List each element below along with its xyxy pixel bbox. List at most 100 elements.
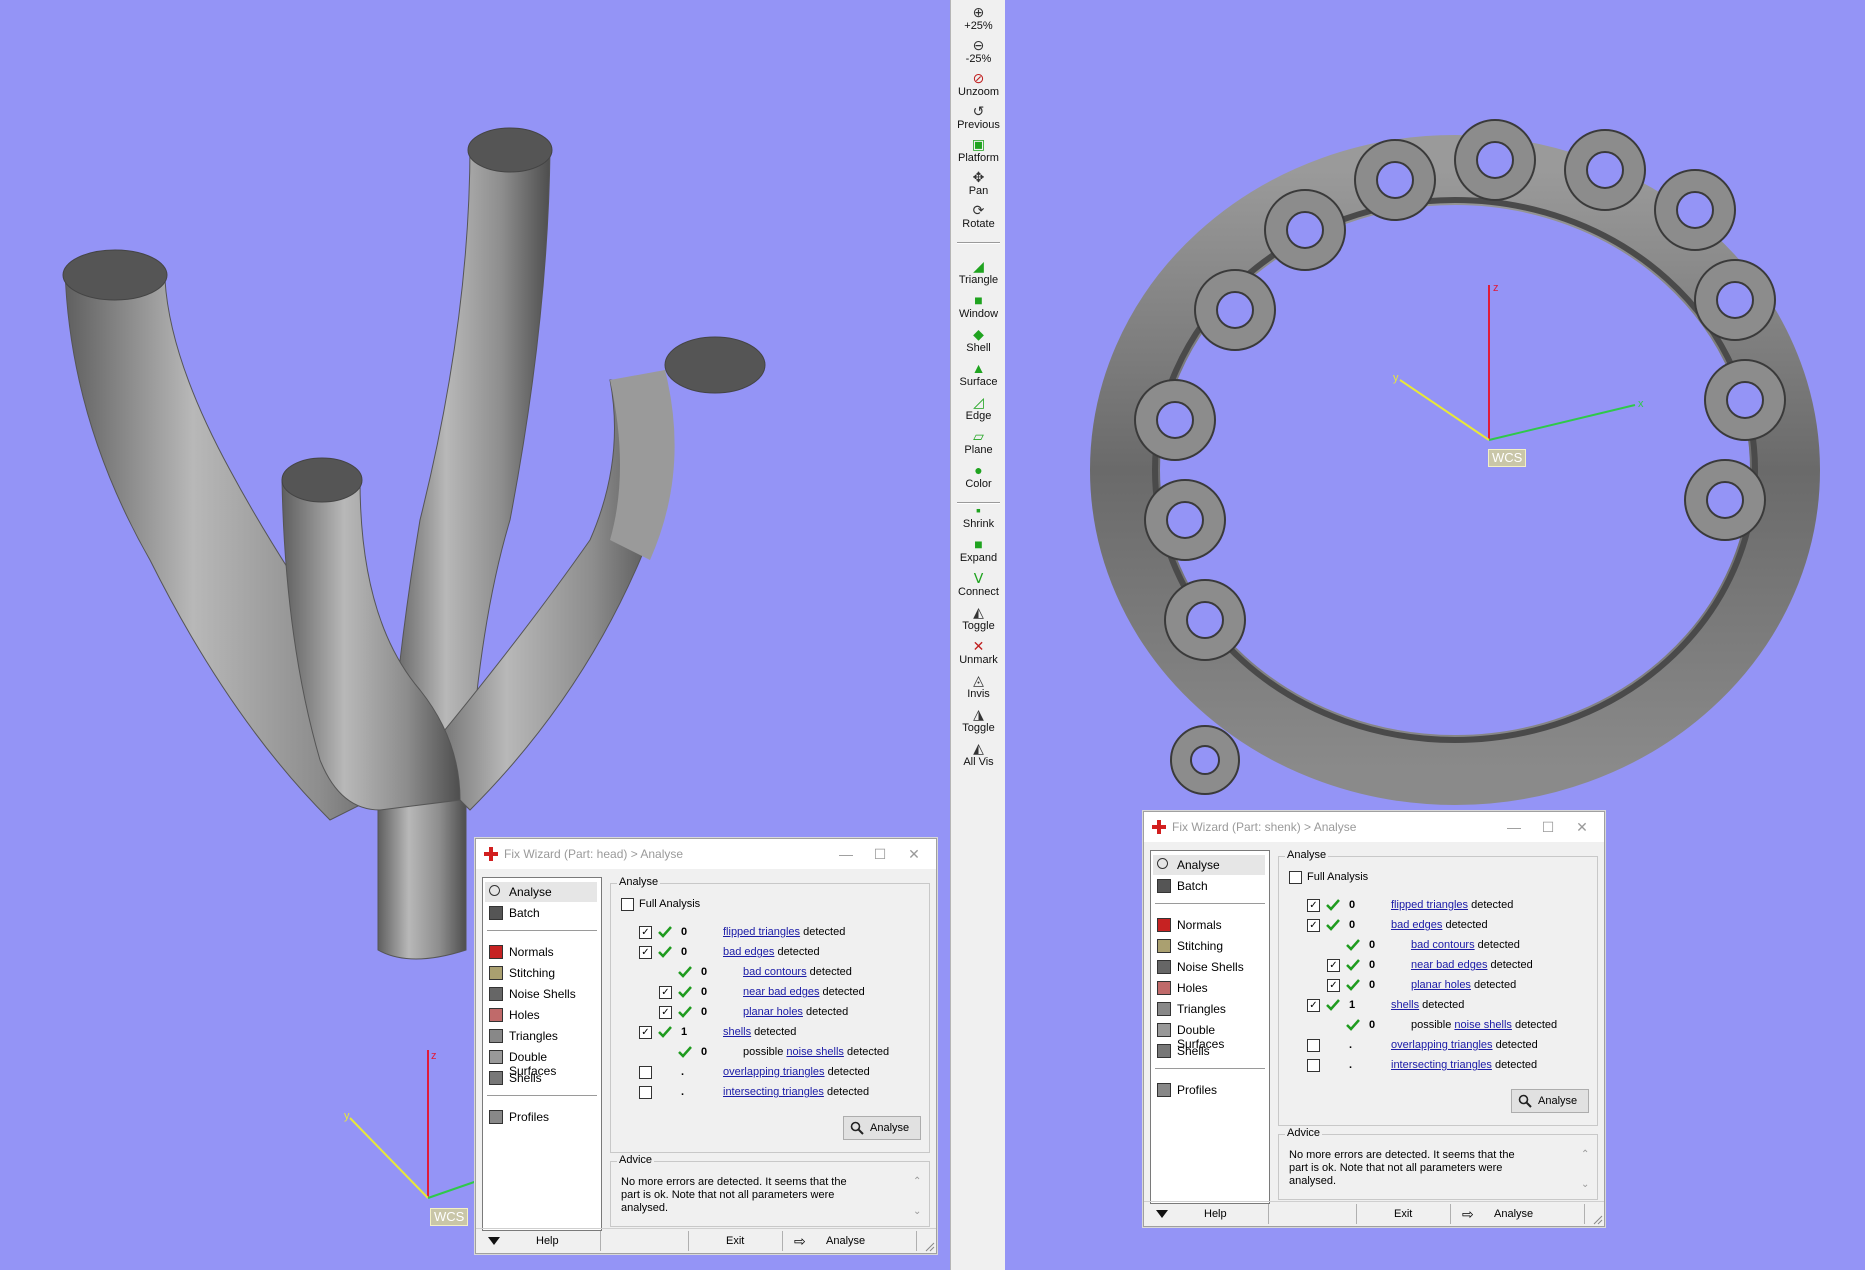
row-checkbox[interactable]: ✓	[639, 946, 652, 959]
nav-item-shells[interactable]: Shells	[485, 1068, 597, 1088]
nav-item-triangles[interactable]: Triangles	[1153, 999, 1265, 1019]
row-link[interactable]: flipped triangles	[723, 926, 800, 938]
row-checkbox[interactable]: ✓	[1307, 919, 1320, 932]
resize-grip-icon[interactable]	[1593, 1215, 1603, 1225]
row-checkbox[interactable]	[1307, 1059, 1320, 1072]
row-link[interactable]: flipped triangles	[1391, 899, 1468, 911]
row-link[interactable]: bad edges	[723, 946, 774, 958]
minimize-button[interactable]: —	[832, 843, 860, 865]
scroll-down-arrow-icon[interactable]: ⌄	[913, 1206, 923, 1217]
scroll-down-arrow-icon[interactable]: ⌄	[1581, 1179, 1591, 1190]
toolbar-button-rotate-6[interactable]: ⟳ Rotate	[951, 202, 1006, 230]
row-link[interactable]: bad contours	[743, 966, 807, 978]
row-link[interactable]: intersecting triangles	[723, 1086, 824, 1098]
toolbar-button-platform-4[interactable]: ▣ Platform	[951, 136, 1006, 164]
nav-item-triangles[interactable]: Triangles	[485, 1026, 597, 1046]
toolbar-button-toggle-17[interactable]: ◭ Toggle	[951, 604, 1006, 632]
bottom-bar-divider	[1450, 1204, 1451, 1224]
row-checkbox[interactable]	[639, 1066, 652, 1079]
toolbar-button-triangle-7[interactable]: ◢ Triangle	[951, 258, 1006, 286]
row-link[interactable]: overlapping triangles	[1391, 1039, 1493, 1051]
collapse-triangle-icon[interactable]	[1156, 1210, 1168, 1218]
nav-item-holes[interactable]: Holes	[485, 1005, 597, 1025]
row-link[interactable]: near bad edges	[1411, 959, 1487, 971]
toolbar-button-pan-5[interactable]: ✥ Pan	[951, 169, 1006, 197]
toolbar-button-25-1[interactable]: ⊖ -25%	[951, 37, 1006, 65]
toolbar-button-surface-10[interactable]: ▲ Surface	[951, 360, 1006, 388]
row-link[interactable]: planar holes	[743, 1006, 803, 1018]
toolbar-button-previous-3[interactable]: ↺ Previous	[951, 103, 1006, 131]
analyse-footer-button[interactable]: Analyse	[826, 1229, 865, 1253]
resize-grip-icon[interactable]	[925, 1242, 935, 1252]
row-checkbox[interactable]	[1307, 1039, 1320, 1052]
row-checkbox[interactable]	[639, 1086, 652, 1099]
nav-item-stitching[interactable]: Stitching	[1153, 936, 1265, 956]
nav-item-analyse[interactable]: Analyse	[1153, 855, 1265, 875]
row-checkbox[interactable]: ✓	[659, 1006, 672, 1019]
exit-button[interactable]: Exit	[726, 1229, 744, 1253]
toolbar-button-shrink-14[interactable]: ▪ Shrink	[951, 502, 1006, 530]
row-link[interactable]: near bad edges	[743, 986, 819, 998]
row-link[interactable]: shells	[1391, 999, 1419, 1011]
toolbar-button-unmark-18[interactable]: ✕ Unmark	[951, 638, 1006, 666]
minimize-button[interactable]: —	[1500, 816, 1528, 838]
full-analysis-checkbox[interactable]	[621, 898, 634, 911]
nav-item-analyse[interactable]: Analyse	[485, 882, 597, 902]
nav-item-stitching[interactable]: Stitching	[485, 963, 597, 983]
close-button[interactable]: ✕	[900, 843, 928, 865]
toolbar-button-expand-15[interactable]: ■ Expand	[951, 536, 1006, 564]
help-button[interactable]: Help	[536, 1229, 559, 1253]
collapse-triangle-icon[interactable]	[488, 1237, 500, 1245]
nav-item-noise-shells[interactable]: Noise Shells	[1153, 957, 1265, 977]
nav-item-normals[interactable]: Normals	[1153, 915, 1265, 935]
row-link[interactable]: bad contours	[1411, 939, 1475, 951]
toolbar-button-shell-9[interactable]: ◆ Shell	[951, 326, 1006, 354]
scroll-up-arrow-icon[interactable]: ⌃	[1581, 1149, 1591, 1160]
row-checkbox[interactable]: ✓	[1307, 999, 1320, 1012]
row-checkbox[interactable]: ✓	[639, 926, 652, 939]
nav-item-profiles[interactable]: Profiles	[485, 1107, 597, 1127]
nav-item-profiles[interactable]: Profiles	[1153, 1080, 1265, 1100]
row-link[interactable]: noise shells	[1454, 1019, 1511, 1031]
row-checkbox[interactable]: ✓	[639, 1026, 652, 1039]
help-button[interactable]: Help	[1204, 1202, 1227, 1226]
maximize-button[interactable]: ☐	[866, 843, 894, 865]
row-link[interactable]: planar holes	[1411, 979, 1471, 991]
analyse-run-button[interactable]: Analyse	[1511, 1089, 1589, 1113]
row-checkbox[interactable]: ✓	[1327, 959, 1340, 972]
toolbar-button-window-8[interactable]: ■ Window	[951, 292, 1006, 320]
toolbar-button-toggle-20[interactable]: ◮ Toggle	[951, 706, 1006, 734]
row-link[interactable]: intersecting triangles	[1391, 1059, 1492, 1071]
nav-item-holes[interactable]: Holes	[1153, 978, 1265, 998]
toolbar-button-invis-19[interactable]: ◬ Invis	[951, 672, 1006, 700]
nav-item-double-surfaces[interactable]: Double Surfaces	[485, 1047, 597, 1078]
nav-item-batch[interactable]: Batch	[485, 903, 597, 923]
row-link[interactable]: noise shells	[786, 1046, 843, 1058]
analyse-footer-button[interactable]: Analyse	[1494, 1202, 1533, 1226]
toolbar-button-plane-12[interactable]: ▱ Plane	[951, 428, 1006, 456]
toolbar-button-25-0[interactable]: ⊕ +25%	[951, 4, 1006, 32]
row-link[interactable]: shells	[723, 1026, 751, 1038]
toolbar-button-unzoom-2[interactable]: ⊘ Unzoom	[951, 70, 1006, 98]
row-link[interactable]: bad edges	[1391, 919, 1442, 931]
nav-item-batch[interactable]: Batch	[1153, 876, 1265, 896]
nav-item-noise-shells[interactable]: Noise Shells	[485, 984, 597, 1004]
row-checkbox[interactable]: ✓	[1327, 979, 1340, 992]
maximize-button[interactable]: ☐	[1534, 816, 1562, 838]
scroll-up-arrow-icon[interactable]: ⌃	[913, 1176, 923, 1187]
row-suffix: detected	[751, 1026, 797, 1038]
exit-button[interactable]: Exit	[1394, 1202, 1412, 1226]
toolbar-button-color-13[interactable]: ● Color	[951, 462, 1006, 490]
analyse-run-button[interactable]: Analyse	[843, 1116, 921, 1140]
nav-item-double-surfaces[interactable]: Double Surfaces	[1153, 1020, 1265, 1051]
row-link[interactable]: overlapping triangles	[723, 1066, 825, 1078]
full-analysis-checkbox[interactable]	[1289, 871, 1302, 884]
row-checkbox[interactable]: ✓	[659, 986, 672, 999]
toolbar-button-all-vis-21[interactable]: ◭ All Vis	[951, 740, 1006, 768]
nav-item-normals[interactable]: Normals	[485, 942, 597, 962]
close-button[interactable]: ✕	[1568, 816, 1596, 838]
toolbar-button-edge-11[interactable]: ◿ Edge	[951, 394, 1006, 422]
row-checkbox[interactable]: ✓	[1307, 899, 1320, 912]
toolbar-button-connect-16[interactable]: Ⅴ Connect	[951, 570, 1006, 598]
nav-item-shells[interactable]: Shells	[1153, 1041, 1265, 1061]
